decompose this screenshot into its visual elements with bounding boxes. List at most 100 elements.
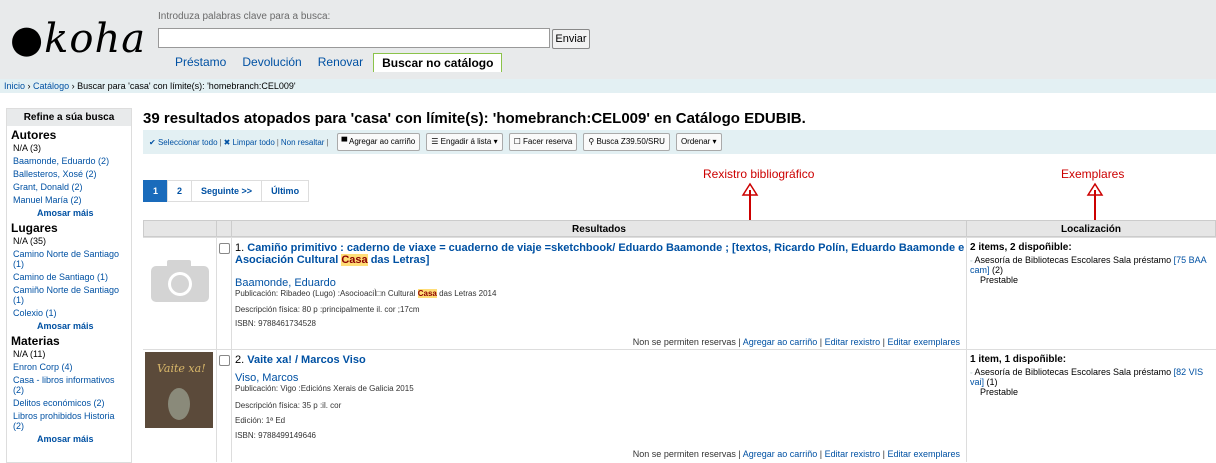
record-actions: Non se permiten reservas | Agregar ao ca…	[632, 337, 960, 347]
col-header-location[interactable]: Localización	[966, 220, 1216, 237]
list-icon: ☰	[431, 137, 441, 146]
facet-item[interactable]: Grant, Donald (2)	[13, 182, 127, 192]
availability-block: 2 items, 2 dispoñible: ◦ Asesoría de Bibl…	[970, 242, 1210, 285]
sort-dropdown[interactable]: Ordenar ▾	[675, 133, 722, 151]
no-holds-text: Non se permiten reservas	[632, 337, 736, 347]
select-cell	[216, 238, 232, 350]
facet-item: N/A (3)	[13, 143, 42, 153]
facet-places-title: Lugares	[11, 221, 58, 235]
facet-item[interactable]: Ballesteros, Xosé (2)	[13, 169, 127, 179]
edit-items-link[interactable]: Editar exemplares	[887, 337, 960, 347]
no-highlight-link[interactable]: Non resaltar	[281, 138, 325, 147]
facet-show-more-link[interactable]: Amosar máis	[37, 321, 127, 331]
refine-title: Refine a súa busca	[7, 109, 131, 126]
refine-sidebar: Refine a súa busca Autores N/A (3) Baamo…	[6, 108, 132, 463]
facet-item[interactable]: Libros prohibidos Historia (2)	[13, 411, 127, 431]
author-link[interactable]: Viso, Marcos	[235, 372, 298, 384]
facet-item[interactable]: Delitos económicos (2)	[13, 398, 127, 408]
holding-location: ◦ Asesoría de Bibliotecas Escolares Sala …	[970, 367, 1204, 387]
search-hint: Introduza palabras clave para a busca:	[158, 11, 331, 22]
item-status: Prestable	[980, 275, 1019, 285]
facet-item[interactable]: Manuel María (2)	[13, 195, 127, 205]
add-to-cart-button[interactable]: ▀ Agregar ao carriño	[336, 133, 421, 151]
facet-item[interactable]: Enron Corp (4)	[13, 362, 127, 372]
results-toolbar: ✔ Seleccionar todo | ✖ Limpar todo | Non…	[143, 130, 1216, 154]
book-cover-image[interactable]: Vaite xa!	[145, 352, 213, 428]
facet-item[interactable]: Camiño Norte de Santiago (1)	[13, 285, 127, 305]
results-heading: 39 resultados atopados para 'casa' con l…	[143, 110, 806, 127]
z3950-search-button[interactable]: ⚲ Busca Z39.50/SRU	[583, 133, 670, 151]
facet-item[interactable]: Camino de Santiago (1)	[13, 272, 127, 282]
physical-description: Descripción física: 35 p :il. cor	[235, 401, 342, 410]
facet-item[interactable]: Casa - libros informativos (2)	[13, 375, 127, 395]
caret-down-icon: ▾	[712, 137, 717, 146]
search-input[interactable]	[158, 28, 550, 48]
toolbar-separator: |	[219, 137, 222, 147]
search-submit-button[interactable]: Enviar	[552, 29, 590, 49]
page-1[interactable]: 1	[143, 180, 169, 202]
table-row: Vaite xa! 2. Vaite xa! / Marcos Viso Vis…	[143, 349, 1216, 462]
author-link[interactable]: Baamonde, Eduardo	[235, 277, 336, 289]
koha-logo[interactable]: ●koha	[10, 16, 146, 62]
facet-show-more-link[interactable]: Amosar máis	[37, 434, 127, 444]
place-hold-button[interactable]: ☐ Facer reserva	[508, 133, 578, 151]
clear-all-link[interactable]: ✖ Limpar todo	[224, 138, 275, 147]
select-checkbox[interactable]	[219, 243, 230, 254]
cover-cell: Vaite xa!	[143, 350, 217, 462]
search-highlight: Casa	[417, 289, 437, 298]
bullet-icon: ◦	[970, 370, 973, 377]
page-2[interactable]: 2	[167, 180, 193, 202]
facet-authors-title: Autores	[11, 128, 57, 142]
search-highlight: Casa	[341, 254, 368, 266]
isbn: ISBN: 9788499149646	[235, 431, 316, 440]
cover-figure-icon	[168, 388, 190, 420]
column-divider	[966, 350, 967, 462]
annotation-record: Rexistro bibliográfico	[703, 167, 815, 181]
add-to-cart-link[interactable]: Agregar ao carriño	[743, 449, 818, 459]
edit-items-link[interactable]: Editar exemplares	[887, 449, 960, 459]
edit-record-link[interactable]: Editar rexistro	[825, 337, 881, 347]
tab-checkout[interactable]: Préstamo	[175, 55, 226, 69]
breadcrumb-current: Buscar para 'casa' con límite(s): 'homeb…	[77, 81, 296, 91]
facet-item[interactable]: Colexio (1)	[13, 308, 127, 318]
record-title: 2. Vaite xa! / Marcos Viso	[235, 354, 366, 366]
add-to-list-button[interactable]: ☰ Engadir á lista ▾	[426, 133, 503, 151]
title-link[interactable]: Vaite xa! / Marcos Viso	[247, 354, 365, 366]
camera-placeholder-icon	[151, 260, 209, 302]
col-header-results[interactable]: Resultados	[231, 220, 967, 237]
annotation-arrow-icon	[1086, 182, 1104, 222]
title-link[interactable]: Camiño primitivo : caderno de viaxe = cu…	[235, 242, 964, 266]
item-status: Prestable	[980, 387, 1019, 397]
select-all-link[interactable]: ✔ Seleccionar todo	[149, 138, 218, 147]
tab-renew[interactable]: Renovar	[318, 55, 363, 69]
breadcrumb-sep-icon: ›	[71, 81, 75, 91]
isbn: ISBN: 9788461734528	[235, 319, 316, 328]
annotation-arrow-icon	[741, 182, 759, 222]
breadcrumb: Inicio › Catálogo › Buscar para 'casa' c…	[0, 79, 1216, 93]
publication-info: Publicación: Vigo :Edicións Xerais de Ga…	[235, 384, 414, 393]
results-table: Resultados Localización 1. Camiño primit…	[143, 220, 1216, 462]
column-divider	[966, 238, 967, 350]
annotation-items: Exemplares	[1061, 167, 1125, 181]
select-checkbox[interactable]	[219, 355, 230, 366]
facet-show-more-link[interactable]: Amosar máis	[37, 208, 127, 218]
page-last[interactable]: Último	[261, 180, 310, 202]
facet-item[interactable]: Baamonde, Eduardo (2)	[13, 156, 127, 166]
page-next[interactable]: Seguinte >>	[191, 180, 263, 202]
record-actions: Non se permiten reservas | Agregar ao ca…	[632, 449, 960, 459]
add-to-cart-link[interactable]: Agregar ao carriño	[743, 337, 818, 347]
cover-cell	[143, 238, 217, 350]
tab-checkin[interactable]: Devolución	[242, 55, 301, 69]
record-title: 1. Camiño primitivo : caderno de viaxe =…	[235, 242, 965, 266]
facet-item[interactable]: Camino Norte de Santiago (1)	[13, 249, 127, 269]
table-row: 1. Camiño primitivo : caderno de viaxe =…	[143, 237, 1216, 350]
toolbar-separator: |	[276, 137, 279, 147]
x-icon: ✖	[223, 137, 233, 147]
bullet-icon: ◦	[970, 258, 973, 265]
caret-down-icon: ▾	[493, 137, 498, 146]
publication-info: Publicación: Ribadeo (Lugo) :AsocioaciÌ□…	[235, 289, 497, 298]
edit-record-link[interactable]: Editar rexistro	[825, 449, 881, 459]
breadcrumb-catalog[interactable]: Catálogo	[33, 81, 69, 91]
tab-catalog-search[interactable]: Buscar no catálogo	[373, 52, 503, 72]
breadcrumb-home[interactable]: Inicio	[4, 81, 25, 91]
